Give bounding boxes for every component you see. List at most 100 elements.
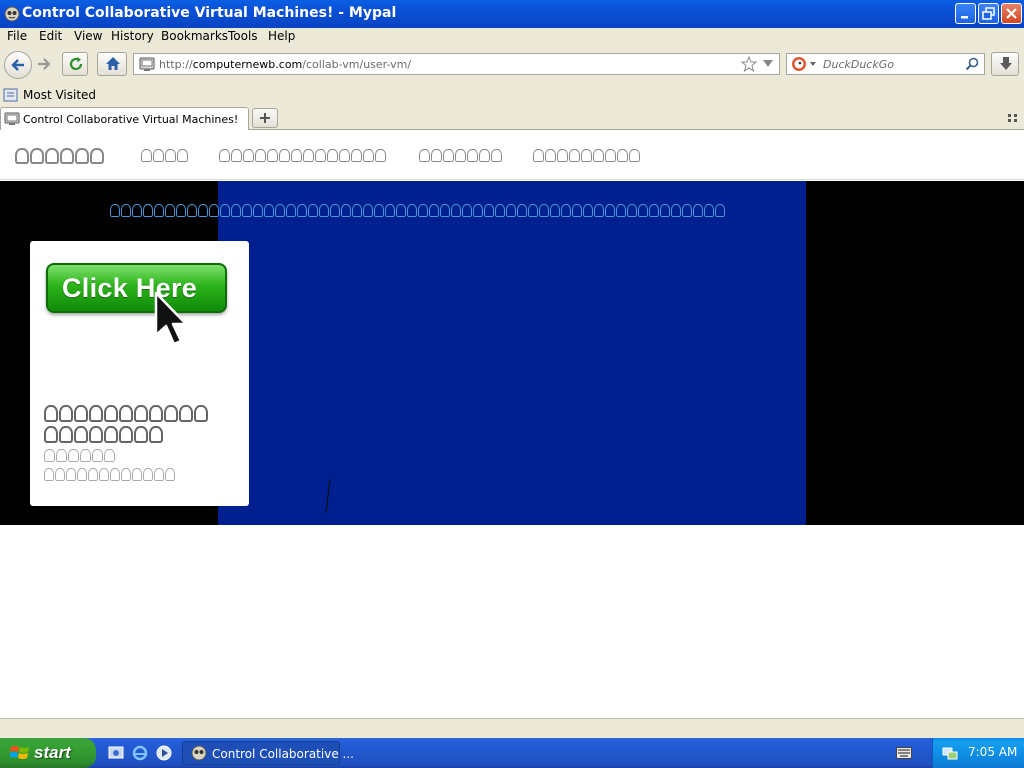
placeholder-glyph [303, 149, 314, 162]
site-nav-item-4[interactable] [419, 149, 502, 162]
placeholder-glyph [275, 204, 285, 217]
site-nav-item-1[interactable] [15, 148, 104, 164]
menu-view[interactable]: View [74, 29, 102, 43]
placeholder-glyph [55, 468, 65, 481]
placeholder-glyph [74, 405, 88, 422]
placeholder-glyph [149, 426, 163, 443]
placeholder-glyph [80, 449, 91, 462]
downloads-button[interactable] [991, 52, 1019, 76]
site-nav-item-2[interactable] [141, 149, 188, 162]
placeholder-glyph [627, 204, 637, 217]
back-button[interactable] [4, 51, 32, 79]
placeholder-glyph [693, 204, 703, 217]
quicklaunch-media-player[interactable] [156, 745, 172, 764]
placeholder-glyph [15, 148, 29, 164]
minimize-button[interactable] [955, 3, 976, 24]
new-tab-button[interactable] [252, 108, 278, 128]
menu-tools[interactable]: Tools [228, 29, 258, 43]
placeholder-glyph [629, 149, 640, 162]
placeholder-glyph [462, 204, 472, 217]
vm-card-title-line-1 [44, 405, 208, 422]
vm-screen[interactable] [218, 181, 806, 525]
placeholder-glyph [649, 204, 659, 217]
placeholder-glyph [104, 426, 118, 443]
search-input[interactable]: DuckDuckGo [823, 58, 894, 71]
media-player-icon [156, 745, 172, 761]
taskbar-window-button[interactable]: Control Collaborative ... [182, 741, 354, 765]
placeholder-glyph [341, 204, 351, 217]
network-icon[interactable] [942, 745, 958, 761]
click-here-button[interactable]: Click Here [46, 263, 227, 313]
placeholder-glyph [594, 204, 604, 217]
vm-banner-text [110, 204, 725, 217]
placeholder-glyph [286, 204, 296, 217]
placeholder-glyph [231, 204, 241, 217]
placeholder-glyph [297, 204, 307, 217]
placeholder-glyph [385, 204, 395, 217]
quicklaunch-ie[interactable] [132, 745, 148, 764]
placeholder-glyph [134, 405, 148, 422]
all-tabs-button[interactable] [1008, 113, 1018, 127]
url-dropdown-icon[interactable] [763, 60, 773, 68]
tab-title: Control Collaborative Virtual Machines! [23, 113, 239, 126]
quicklaunch-desktop[interactable] [108, 745, 124, 764]
vm-card-subtitle-line-2 [44, 468, 175, 481]
home-button[interactable] [97, 52, 127, 76]
bookmark-label: Most Visited [23, 88, 97, 102]
search-icon[interactable] [965, 57, 979, 71]
url-text[interactable]: http://computernewb.com/collab-vm/user-v… [159, 58, 411, 71]
placeholder-glyph [396, 204, 406, 217]
close-window-button[interactable] [1001, 3, 1022, 24]
menu-help[interactable]: Help [268, 29, 295, 43]
site-identity-icon[interactable] [139, 56, 155, 72]
placeholder-glyph [375, 149, 386, 162]
menu-bookmarks[interactable]: Bookmarks [161, 29, 228, 43]
site-navigation [0, 130, 1024, 180]
start-button[interactable]: start [0, 738, 96, 768]
reload-button[interactable] [62, 52, 88, 76]
engine-dropdown-icon[interactable] [810, 62, 816, 67]
windows-logo-icon [10, 746, 29, 759]
placeholder-glyph [583, 204, 593, 217]
vm-card[interactable]: Click Here [30, 241, 249, 506]
restore-button[interactable] [978, 3, 999, 24]
search-bar[interactable]: DuckDuckGo [786, 53, 985, 75]
menu-history[interactable]: History [111, 29, 154, 43]
placeholder-glyph [557, 149, 568, 162]
placeholder-glyph [154, 468, 164, 481]
window-title: Control Collaborative Virtual Machines! … [22, 5, 397, 21]
placeholder-glyph [715, 204, 725, 217]
mouse-pointer-icon [154, 291, 188, 346]
minimize-icon [961, 16, 968, 19]
menu-file[interactable]: File [7, 29, 27, 43]
site-nav-item-5[interactable] [533, 149, 640, 162]
window-titlebar[interactable]: Control Collaborative Virtual Machines! … [0, 0, 1024, 28]
bookmark-star-icon[interactable] [741, 56, 757, 72]
placeholder-glyph [242, 204, 252, 217]
placeholder-glyph [339, 149, 350, 162]
url-bar[interactable]: http://computernewb.com/collab-vm/user-v… [133, 53, 780, 75]
forward-button[interactable] [36, 56, 52, 75]
placeholder-glyph [443, 149, 454, 162]
placeholder-glyph [104, 405, 118, 422]
placeholder-glyph [545, 149, 556, 162]
placeholder-glyph [121, 204, 131, 217]
placeholder-glyph [440, 204, 450, 217]
placeholder-glyph [253, 204, 263, 217]
mypal-app-icon [4, 6, 20, 22]
tab-control-collaborative[interactable]: Control Collaborative Virtual Machines! [0, 107, 249, 130]
duckduckgo-engine-icon[interactable] [791, 56, 807, 72]
placeholder-glyph [351, 149, 362, 162]
placeholder-glyph [92, 449, 103, 462]
download-arrow-icon [1000, 57, 1012, 70]
clock[interactable]: 7:05 AM [968, 745, 1017, 759]
menu-edit[interactable]: Edit [39, 29, 62, 43]
placeholder-glyph [56, 449, 67, 462]
placeholder-glyph [374, 204, 384, 217]
url-path: /collab-vm/user-vm/ [302, 58, 412, 71]
windows-taskbar: start Control Collaborative ... 7:05 AM [0, 738, 1024, 768]
keyboard-indicator[interactable] [896, 747, 912, 762]
site-nav-item-3[interactable] [219, 149, 386, 162]
placeholder-glyph [616, 204, 626, 217]
placeholder-glyph [506, 204, 516, 217]
